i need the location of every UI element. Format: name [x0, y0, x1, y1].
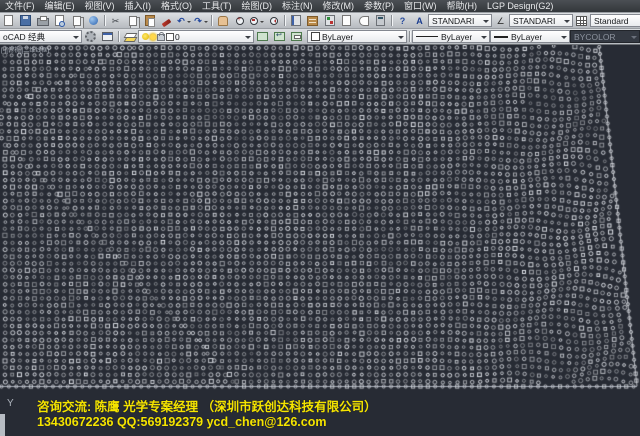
table-style-combo[interactable]: Standard [590, 14, 640, 27]
toolbar-separator [211, 15, 212, 26]
menu-help[interactable]: 帮助(H) [442, 0, 483, 12]
cut-icon[interactable]: ✂ [108, 13, 124, 28]
toolbar-separator [409, 31, 410, 42]
tool-palettes-icon[interactable] [322, 13, 338, 28]
chevron-down-icon [631, 36, 637, 42]
workspace-value: oCAD 经典 [3, 31, 45, 43]
toolbar-separator [118, 31, 119, 42]
menu-insert[interactable]: 插入(I) [120, 0, 157, 12]
linetype-combo[interactable]: ByLayer [412, 30, 490, 43]
color-combo[interactable]: ByLayer [307, 30, 407, 43]
web-publish-icon[interactable] [86, 13, 102, 28]
layer-properties-icon[interactable] [122, 29, 138, 44]
menu-tools[interactable]: 工具(T) [197, 0, 237, 12]
publish-icon[interactable] [69, 13, 85, 28]
undo-icon[interactable]: ↶ [176, 13, 192, 28]
redo-icon[interactable]: ↷ [193, 13, 209, 28]
toolbar-separator [284, 15, 285, 26]
layer-on-icon[interactable] [142, 33, 149, 40]
paste-icon[interactable] [142, 13, 158, 28]
dim-style-icon[interactable]: ∠ [493, 13, 509, 28]
layer-previous-icon[interactable] [272, 29, 288, 44]
plot-style-value: BYCOLOR [574, 32, 616, 42]
zoom-previous-icon[interactable] [266, 13, 282, 28]
standard-buttons: ✂ ↶↷? [0, 13, 411, 28]
chevron-down-icon [564, 20, 570, 26]
pan-icon[interactable] [215, 13, 231, 28]
layer-lock-icon[interactable] [157, 34, 165, 41]
lineweight-sample [494, 36, 508, 38]
color-value: ByLayer [322, 32, 353, 42]
workspace-combo[interactable]: oCAD 经典 [0, 30, 82, 43]
copy-icon[interactable] [125, 13, 141, 28]
layer-color-swatch [166, 33, 174, 41]
chevron-down-icon [483, 20, 489, 26]
zoom-window-icon[interactable] [249, 13, 265, 28]
chevron-down-icon [73, 36, 79, 42]
chevron-down-icon [561, 36, 567, 42]
qnew-icon[interactable] [1, 13, 17, 28]
lineweight-value: ByLayer [511, 32, 542, 42]
viewport-controls[interactable]: [-][俯视][二维线框] [1, 45, 49, 54]
menu-dimension[interactable]: 标注(N) [277, 0, 318, 12]
menu-format[interactable]: 格式(O) [156, 0, 197, 12]
color-swatch [311, 32, 320, 41]
text-style-icon[interactable]: A [412, 13, 428, 28]
autocad-window: 文件(F)编辑(E)视图(V)插入(I)格式(O)工具(T)绘图(D)标注(N)… [0, 0, 640, 436]
match-properties-icon[interactable] [159, 13, 175, 28]
zoom-realtime-icon[interactable] [232, 13, 248, 28]
linetype-value: ByLayer [441, 32, 472, 42]
ucs-y-label: Y [7, 398, 14, 409]
standard-toolbar: ✂↶↷? A STANDARI ∠ STANDARI Standard Stan… [0, 12, 640, 28]
menu-view[interactable]: 视图(V) [80, 0, 120, 12]
menu-draw[interactable]: 绘图(D) [237, 0, 278, 12]
layer-match-icon[interactable] [289, 29, 305, 44]
menu-lgp-design[interactable]: LGP Design(G2) [482, 0, 558, 12]
menu-modify[interactable]: 修改(M) [318, 0, 360, 12]
dim-style-value: STANDARI [513, 16, 555, 26]
toolbar-separator [391, 15, 392, 26]
chevron-down-icon [481, 36, 487, 42]
layer-combo[interactable]: 0 [138, 30, 254, 43]
menu-file[interactable]: 文件(F) [0, 0, 40, 12]
help-icon[interactable]: ? [395, 13, 411, 28]
plot-preview-icon[interactable] [52, 13, 68, 28]
menu-window[interactable]: 窗口(W) [399, 0, 442, 12]
layer-freeze-icon[interactable] [150, 34, 156, 40]
layer-name: 0 [175, 32, 180, 42]
table-style-icon[interactable] [574, 13, 590, 28]
text-style-value: STANDARI [432, 16, 474, 26]
workspace-settings-icon[interactable] [83, 29, 99, 44]
chevron-down-icon [398, 36, 404, 42]
lineweight-combo[interactable]: ByLayer [490, 30, 570, 43]
plot-style-combo[interactable]: BYCOLOR [570, 30, 640, 43]
properties-icon[interactable] [288, 13, 304, 28]
dim-style-combo[interactable]: STANDARI [509, 14, 573, 27]
watermark-line1: 咨询交流: 陈鹰 光学专案经理 （深圳市跃创达科技有限公司） [37, 396, 377, 415]
linetype-sample [416, 36, 438, 37]
watermark-line2: 13430672236 QQ:569192379 ycd_chen@126.co… [37, 415, 326, 429]
toolbar-separator [104, 15, 105, 26]
quickcalc-icon[interactable] [373, 13, 389, 28]
sheetset-manager-icon[interactable] [339, 13, 355, 28]
menu-edit[interactable]: 编辑(E) [40, 0, 80, 12]
designcenter-icon[interactable] [305, 13, 321, 28]
text-style-combo[interactable]: STANDARI [428, 14, 492, 27]
plot-icon[interactable] [35, 13, 51, 28]
chevron-down-icon [245, 36, 251, 42]
layers-properties-toolbar: oCAD 经典 0 ByLayer ByLayer [0, 28, 640, 45]
workspace-save-icon[interactable] [100, 29, 116, 44]
layer-states-icon[interactable] [255, 29, 271, 44]
menu-parametric[interactable]: 参数(P) [359, 0, 399, 12]
save-icon[interactable] [18, 13, 34, 28]
menu-bar: 文件(F)编辑(E)视图(V)插入(I)格式(O)工具(T)绘图(D)标注(N)… [0, 0, 640, 12]
ucs-icon [0, 414, 5, 436]
markup-set-icon[interactable] [356, 13, 372, 28]
table-style-value: Standard [594, 16, 629, 26]
drawing-canvas[interactable] [0, 45, 640, 436]
